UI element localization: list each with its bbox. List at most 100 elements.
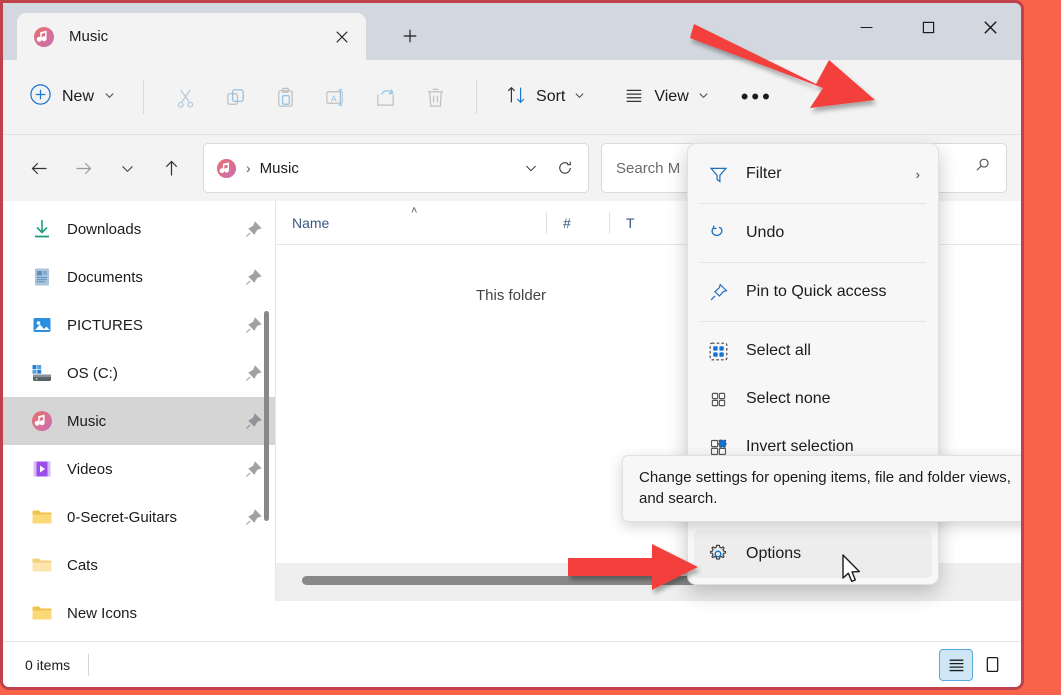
paste-button[interactable] xyxy=(260,74,310,120)
pin-icon xyxy=(245,364,262,382)
up-button[interactable] xyxy=(149,146,193,190)
back-button[interactable] xyxy=(17,146,61,190)
new-button[interactable]: New xyxy=(17,75,127,119)
cut-button[interactable] xyxy=(160,74,210,120)
options-tooltip: Change settings for opening items, file … xyxy=(622,455,1021,522)
pin-icon xyxy=(245,316,262,334)
large-icons-view-button[interactable] xyxy=(975,649,1009,681)
column-label: # xyxy=(563,214,571,231)
pin-icon xyxy=(245,460,262,478)
menu-item-label: Select none xyxy=(746,390,831,407)
sort-ascending-caret-icon: ˄ xyxy=(411,204,418,217)
menu-item-label: Invert selection xyxy=(746,438,854,455)
refresh-button[interactable] xyxy=(548,151,582,185)
arrow-to-options-item xyxy=(568,544,698,590)
svg-text:A: A xyxy=(330,93,336,103)
chevron-right-icon: › xyxy=(915,166,920,182)
address-dropdown-button[interactable] xyxy=(514,151,548,185)
menu-item-select-all[interactable]: Select all xyxy=(694,327,932,375)
sidebar-item-os-drive[interactable]: OS (C:) xyxy=(3,349,276,397)
menu-item-label: Undo xyxy=(746,224,785,241)
select-all-icon xyxy=(706,339,730,363)
pin-icon xyxy=(245,268,262,286)
delete-button[interactable] xyxy=(410,74,460,120)
status-bar: 0 items xyxy=(3,641,1021,687)
sort-button-label: Sort xyxy=(536,88,566,105)
documents-icon xyxy=(31,266,53,288)
sidebar-item-downloads[interactable]: Downloads xyxy=(3,205,276,253)
sidebar-item-cats[interactable]: Cats xyxy=(3,541,276,589)
sidebar-scrollbar[interactable] xyxy=(264,311,269,521)
pin-icon xyxy=(245,220,262,238)
sidebar-item-new-icons[interactable]: New Icons xyxy=(3,589,276,637)
music-folder-icon xyxy=(216,158,237,179)
menu-item-label: Select all xyxy=(746,342,811,359)
menu-item-filter[interactable]: Filter › xyxy=(694,150,932,198)
menu-separator xyxy=(700,262,926,263)
column-label: T xyxy=(626,214,635,231)
breadcrumb[interactable]: Music xyxy=(260,160,514,177)
sidebar-item-label: New Icons xyxy=(67,604,138,622)
sidebar-item-0-secret-guitars[interactable]: 0-Secret-Guitars xyxy=(3,493,276,541)
sidebar-item-label: Cats xyxy=(67,556,98,574)
column-header-name[interactable]: ˄ Name xyxy=(276,201,546,245)
sidebar-item-label: 0-Secret-Guitars xyxy=(67,508,178,526)
mouse-cursor xyxy=(841,554,863,591)
sidebar-item-videos[interactable]: Videos xyxy=(3,445,276,493)
folder-icon xyxy=(31,554,53,576)
sidebar-item-documents[interactable]: Documents xyxy=(3,253,276,301)
screen: Music New A Sort View ••• › Music Search… xyxy=(0,0,1061,695)
share-button[interactable] xyxy=(360,74,410,120)
sidebar-item-label: OS (C:) xyxy=(67,364,118,382)
downloads-icon xyxy=(31,218,53,240)
item-count-label: 0 items xyxy=(25,656,71,673)
maximize-button[interactable] xyxy=(897,3,959,51)
pictures-icon xyxy=(31,314,53,336)
sort-button[interactable]: Sort xyxy=(493,76,597,119)
tab-title: Music xyxy=(69,28,109,45)
pin-icon xyxy=(706,280,730,304)
select-none-icon xyxy=(706,387,730,411)
gear-icon xyxy=(706,542,730,566)
sidebar-item-music[interactable]: Music xyxy=(3,397,276,445)
menu-separator xyxy=(700,203,926,204)
menu-separator xyxy=(700,321,926,322)
tab-music[interactable]: Music xyxy=(17,13,366,60)
column-label: Name xyxy=(292,214,330,231)
address-bar[interactable]: › Music xyxy=(203,143,589,193)
sort-icon xyxy=(505,84,527,111)
undo-icon xyxy=(706,221,730,245)
breadcrumb-separator: › xyxy=(246,160,251,176)
menu-item-undo[interactable]: Undo xyxy=(694,209,932,257)
chevron-down-icon xyxy=(104,90,115,104)
chevron-down-icon xyxy=(574,90,585,104)
folder-icon xyxy=(31,602,53,624)
search-input[interactable]: Search M xyxy=(616,160,680,177)
status-divider xyxy=(88,653,90,676)
new-tab-button[interactable] xyxy=(390,16,430,56)
funnel-icon xyxy=(706,162,730,186)
sidebar-item-label: Downloads xyxy=(67,220,142,238)
rename-button[interactable]: A xyxy=(310,74,360,120)
menu-item-select-none[interactable]: Select none xyxy=(694,375,932,423)
pin-icon xyxy=(245,412,262,430)
menu-item-label: Options xyxy=(746,545,802,562)
details-view-button[interactable] xyxy=(939,648,973,681)
view-toggle-group xyxy=(939,648,1009,681)
column-header-track-number[interactable]: # xyxy=(547,201,609,245)
sidebar-item-pictures[interactable]: PICTURES xyxy=(3,301,276,349)
magnifier-icon[interactable] xyxy=(973,156,992,180)
videos-icon xyxy=(31,458,53,480)
copy-button[interactable] xyxy=(210,74,260,120)
close-button[interactable] xyxy=(959,3,1021,51)
sidebar-item-label: Documents xyxy=(67,268,143,286)
recent-locations-button[interactable] xyxy=(105,146,149,190)
menu-item-pin-to-quick-access[interactable]: Pin to Quick access xyxy=(694,268,932,316)
pin-icon xyxy=(245,508,262,526)
view-button-label: View xyxy=(654,88,689,105)
menu-item-options[interactable]: Options xyxy=(694,530,932,578)
toolbar-divider-2 xyxy=(476,80,478,114)
forward-button[interactable] xyxy=(61,146,105,190)
view-list-icon xyxy=(623,84,645,111)
close-icon[interactable] xyxy=(326,21,358,53)
